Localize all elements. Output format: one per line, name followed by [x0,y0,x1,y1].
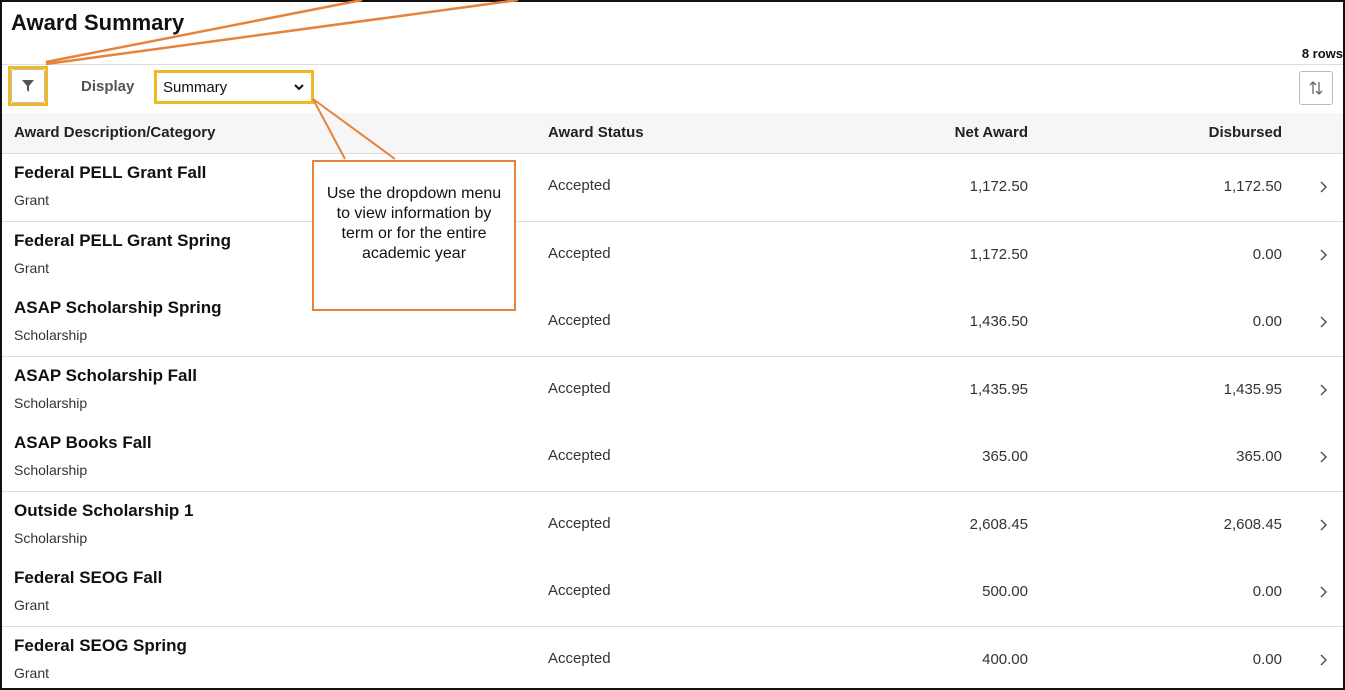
award-category: Scholarship [14,327,88,343]
award-name: ASAP Scholarship Spring [14,298,222,317]
disbursed: 0.00 [1252,583,1282,600]
chevron-down-icon [294,84,304,91]
net-award: 1,172.50 [969,178,1028,195]
table-row[interactable]: Federal PELL Grant Spring Grant Accepted 1,… [2,221,1343,290]
net-award: 1,435.95 [969,380,1028,398]
award-name: Outside Scholarship 1 [14,500,194,520]
award-status: Accepted [548,447,611,464]
net-award: 1,172.50 [969,245,1028,263]
net-award: 1,436.50 [969,313,1028,330]
display-select-value: Summary [163,79,228,96]
net-award: 500.00 [982,583,1028,600]
award-name: Federal SEOG Fall [14,568,163,587]
chevron-right-icon[interactable] [1318,585,1328,599]
chevron-right-icon[interactable] [1318,180,1328,194]
chevron-right-icon[interactable] [1318,248,1328,262]
award-status: Accepted [548,514,611,532]
net-award: 400.00 [982,650,1028,668]
chevron-right-icon[interactable] [1318,450,1328,464]
net-award: 365.00 [982,448,1028,465]
award-category: Grant [14,664,50,681]
award-category: Grant [14,597,50,613]
award-status: Accepted [548,177,611,194]
disbursed: 2,608.45 [1223,515,1282,533]
chevron-right-icon[interactable] [1318,315,1328,329]
award-name: Federal SEOG Spring [14,635,187,655]
award-category: Grant [14,259,50,276]
award-name: ASAP Books Fall [14,433,152,452]
callout-box: Use the dropdown menu to view informatio… [312,160,516,311]
chevron-right-icon[interactable] [1318,653,1328,667]
display-select[interactable]: Summary [154,70,314,104]
sort-button[interactable] [1299,71,1333,105]
award-status: Accepted [548,312,611,329]
award-category: Grant [14,192,50,208]
award-status: Accepted [548,649,611,667]
table-row[interactable]: Federal PELL Grant Fall Grant Accepted 1,17… [2,154,1343,222]
toolbar: Display Summary [2,64,1343,114]
row-count: 8 rows [1301,46,1343,61]
table-row[interactable]: Outside Scholarship 1 Scholarship Accepted… [2,491,1343,560]
disbursed: 0.00 [1252,313,1282,330]
award-status: Accepted [548,244,611,262]
award-category: Scholarship [14,529,88,546]
disbursed: 365.00 [1236,448,1282,465]
award-name: ASAP Scholarship Fall [14,365,197,385]
table-row[interactable]: ASAP Books Fall Scholarship Accepted 365.00… [2,424,1343,492]
award-name: Federal PELL Grant Fall [14,163,207,182]
col-status[interactable]: Award Status [548,124,644,141]
award-name: Federal PELL Grant Spring [14,230,231,250]
award-category: Scholarship [14,394,88,411]
disbursed: 1,172.50 [1223,178,1282,195]
award-summary-panel: Award Summary 8 rows Display Summary Awa… [0,0,1345,690]
table-row[interactable]: ASAP Scholarship Fall Scholarship Accepted… [2,356,1343,425]
award-status: Accepted [548,379,611,397]
col-disbursed[interactable]: Disbursed [1209,124,1282,141]
table-row[interactable]: Federal SEOG Spring Grant Accepted 400.00 0.… [2,626,1343,688]
disbursed: 1,435.95 [1223,380,1282,398]
table-row[interactable]: Federal SEOG Fall Grant Accepted 500.00 0.00 [2,559,1343,627]
award-category: Scholarship [14,462,88,478]
col-net-award[interactable]: Net Award [955,124,1028,141]
table-row[interactable]: ASAP Scholarship Spring Scholarship Accept… [2,289,1343,357]
net-award: 2,608.45 [969,515,1028,533]
chevron-right-icon[interactable] [1318,383,1328,397]
display-label: Display [81,78,135,95]
page-title: Award Summary [11,10,185,35]
col-description[interactable]: Award Description/Category [14,124,215,141]
sort-icon [1309,81,1323,95]
disbursed: 0.00 [1252,245,1282,263]
disbursed: 0.00 [1252,650,1282,668]
table-header: Award Description/Category Award Status … [2,113,1343,154]
chevron-right-icon[interactable] [1318,518,1328,532]
filter-highlight-box [8,66,48,106]
award-status: Accepted [548,582,611,599]
